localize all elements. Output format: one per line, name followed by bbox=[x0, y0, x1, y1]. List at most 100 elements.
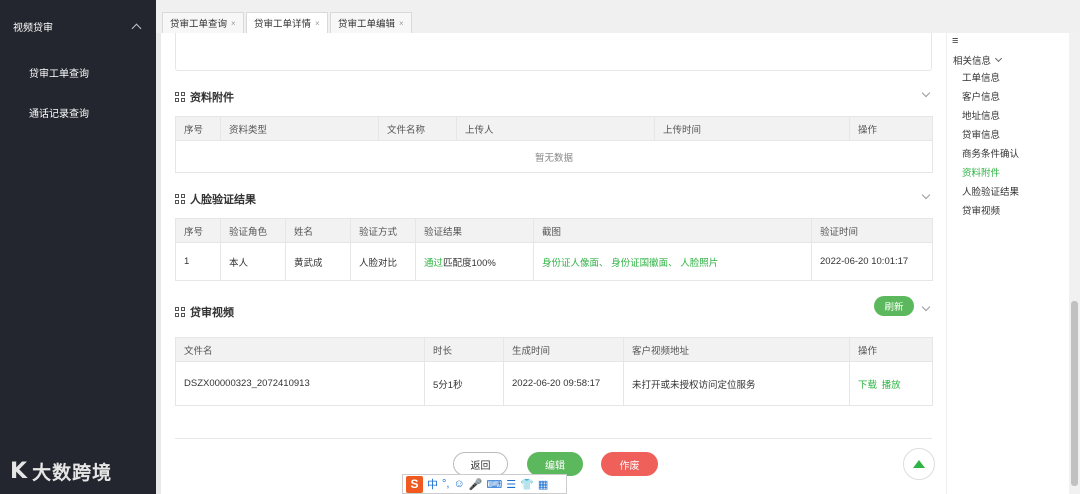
chevron-down-icon[interactable] bbox=[921, 302, 931, 312]
back-button[interactable]: 返回 bbox=[453, 452, 508, 476]
empty-state-text: 暂无数据 bbox=[175, 140, 933, 173]
section-title-text: 资料附件 bbox=[190, 92, 234, 104]
column-header: 操作 bbox=[849, 116, 933, 141]
table-header-row: 序号 资料类型 文件名称 上传人 上传时间 操作 bbox=[175, 116, 933, 141]
ime-mode-toggle[interactable]: 中 bbox=[427, 476, 438, 492]
section-title-face-verify: 人脸验证结果 bbox=[175, 191, 256, 207]
nav-item-order-info[interactable]: 工单信息 bbox=[962, 69, 1019, 88]
scroll-to-top-button[interactable] bbox=[903, 448, 935, 480]
grid-icon bbox=[175, 92, 185, 102]
column-header: 验证角色 bbox=[220, 218, 286, 243]
tab-loan-order-edit[interactable]: 贷审工单编辑 × bbox=[330, 12, 412, 33]
previous-section-box bbox=[175, 33, 932, 71]
video-table: 文件名 时长 生成时间 客户视频地址 操作 DSZX00000323_20724… bbox=[175, 337, 933, 406]
skin-icon[interactable]: 👕 bbox=[520, 478, 534, 491]
table-row: DSZX00000323_2072410913 5分1秒 2022-06-20 … bbox=[175, 361, 933, 406]
keyboard-icon[interactable]: ⌨ bbox=[486, 478, 502, 491]
sidebar-item-loan-order-query[interactable]: 贷审工单查询 bbox=[0, 52, 156, 92]
section-title-text: 人脸验证结果 bbox=[190, 194, 256, 206]
cell-name: 黄武成 bbox=[285, 242, 351, 281]
column-header: 验证结果 bbox=[415, 218, 534, 243]
sidebar-group-label: 视频贷审 bbox=[13, 22, 53, 34]
column-header: 验证方式 bbox=[350, 218, 416, 243]
close-icon[interactable]: × bbox=[231, 19, 236, 28]
tab-bar: 贷审工单查询 × 贷审工单详情 × 贷审工单编辑 × bbox=[156, 0, 1080, 33]
tab-loan-order-detail[interactable]: 贷审工单详情 × bbox=[246, 12, 328, 33]
sidebar-item-label: 贷审工单查询 bbox=[29, 68, 89, 80]
void-button[interactable]: 作废 bbox=[601, 452, 658, 476]
toolbox-icon[interactable]: ☰ bbox=[506, 478, 516, 491]
emoji-icon[interactable]: ☺ bbox=[453, 478, 464, 490]
chevron-down-icon[interactable] bbox=[921, 88, 931, 98]
nav-item-loan-info[interactable]: 贷审信息 bbox=[962, 126, 1019, 145]
grid-icon bbox=[175, 194, 185, 204]
section-title-text: 贷审视频 bbox=[190, 307, 234, 319]
download-link[interactable]: 下载 bbox=[858, 380, 877, 391]
grid-icon bbox=[175, 307, 185, 317]
microphone-icon[interactable]: 🎤 bbox=[469, 478, 483, 491]
sidebar-group-video-loan[interactable]: 视频贷审 bbox=[0, 0, 156, 52]
column-header: 姓名 bbox=[285, 218, 351, 243]
attachments-table: 序号 资料类型 文件名称 上传人 上传时间 操作 暂无数据 bbox=[175, 116, 933, 173]
table-row: 暂无数据 bbox=[175, 140, 933, 173]
column-header: 文件名称 bbox=[378, 116, 457, 141]
cell-address: 未打开或未授权访问定位服务 bbox=[623, 361, 850, 406]
face-verify-table: 序号 验证角色 姓名 验证方式 验证结果 截图 验证时间 1 本人 黄武成 人脸… bbox=[175, 218, 933, 281]
apps-grid-icon[interactable]: ▦ bbox=[538, 478, 548, 491]
column-header: 资料类型 bbox=[220, 116, 379, 141]
tab-label: 贷审工单查询 bbox=[170, 19, 228, 30]
cell-duration: 5分1秒 bbox=[424, 361, 504, 406]
section-title-video: 贷审视频 bbox=[175, 304, 234, 320]
column-header: 生成时间 bbox=[503, 337, 624, 362]
divider bbox=[175, 438, 932, 439]
tab-loan-order-query[interactable]: 贷审工单查询 × bbox=[162, 12, 244, 33]
brand-mark-icon: K bbox=[10, 459, 29, 484]
sidebar-item-call-record-query[interactable]: 通话记录查询 bbox=[0, 92, 156, 132]
nav-item-address-info[interactable]: 地址信息 bbox=[962, 107, 1019, 126]
column-header: 时长 bbox=[424, 337, 504, 362]
brand-logo: K 大数跨境 bbox=[10, 458, 112, 485]
scrollbar-thumb[interactable] bbox=[1071, 301, 1078, 486]
related-info-heading-text: 相关信息 bbox=[953, 56, 992, 67]
scrollbar[interactable] bbox=[1069, 33, 1080, 494]
refresh-button[interactable]: 刷新 bbox=[874, 296, 914, 316]
close-icon[interactable]: × bbox=[399, 19, 404, 28]
cell-filename: DSZX00000323_2072410913 bbox=[175, 361, 425, 406]
nav-item-business-terms[interactable]: 商务条件确认 bbox=[962, 145, 1019, 164]
sogou-logo-icon[interactable]: S bbox=[406, 475, 423, 493]
close-icon[interactable]: × bbox=[315, 19, 320, 28]
sidebar: 视频贷审 贷审工单查询 通话记录查询 K 大数跨境 bbox=[0, 0, 156, 494]
column-header: 上传人 bbox=[456, 116, 655, 141]
ime-toolbar: S 中 °, ☺ 🎤 ⌨ ☰ 👕 ▦ bbox=[402, 474, 567, 494]
cell-result: 通过匹配度100% bbox=[415, 242, 534, 281]
column-header: 客户视频地址 bbox=[623, 337, 850, 362]
tab-label: 贷审工单详情 bbox=[254, 19, 312, 30]
menu-icon[interactable]: ≡ bbox=[952, 35, 958, 47]
nav-item-loan-video[interactable]: 贷审视频 bbox=[962, 202, 1019, 221]
related-info-heading[interactable]: 相关信息 bbox=[953, 53, 1003, 67]
ime-punct-toggle[interactable]: °, bbox=[442, 478, 449, 490]
table-header-row: 文件名 时长 生成时间 客户视频地址 操作 bbox=[175, 337, 933, 362]
play-link[interactable]: 播放 bbox=[882, 380, 901, 391]
arrow-up-icon bbox=[913, 460, 925, 468]
cell-method: 人脸对比 bbox=[350, 242, 416, 281]
result-match-text: 匹配度100% bbox=[443, 257, 496, 269]
nav-item-attachments[interactable]: 资料附件 bbox=[962, 164, 1019, 183]
column-header: 序号 bbox=[175, 116, 221, 141]
edit-button[interactable]: 编辑 bbox=[527, 452, 583, 476]
table-header-row: 序号 验证角色 姓名 验证方式 验证结果 截图 验证时间 bbox=[175, 218, 933, 243]
section-title-attachments: 资料附件 bbox=[175, 89, 234, 105]
column-header: 截图 bbox=[533, 218, 812, 243]
chevron-down-icon bbox=[994, 54, 1003, 63]
table-row: 1 本人 黄武成 人脸对比 通过匹配度100% 身份证人像面、 身份证国徽面、 … bbox=[175, 242, 933, 281]
cell-screenshot-links[interactable]: 身份证人像面、 身份证国徽面、 人脸照片 bbox=[533, 242, 812, 281]
nav-item-face-verify[interactable]: 人脸验证结果 bbox=[962, 183, 1019, 202]
main-panel: 资料附件 序号 资料类型 文件名称 上传人 上传时间 操作 暂无数据 人脸验证结… bbox=[161, 33, 946, 494]
tab-label: 贷审工单编辑 bbox=[338, 19, 396, 30]
cell-time: 2022-06-20 10:01:17 bbox=[811, 242, 933, 281]
nav-item-customer-info[interactable]: 客户信息 bbox=[962, 88, 1019, 107]
chevron-down-icon[interactable] bbox=[921, 190, 931, 200]
related-info-list: 工单信息 客户信息 地址信息 贷审信息 商务条件确认 资料附件 人脸验证结果 贷… bbox=[962, 69, 1019, 221]
sidebar-item-label: 通话记录查询 bbox=[29, 108, 89, 120]
result-pass-text: 通过 bbox=[424, 257, 444, 269]
